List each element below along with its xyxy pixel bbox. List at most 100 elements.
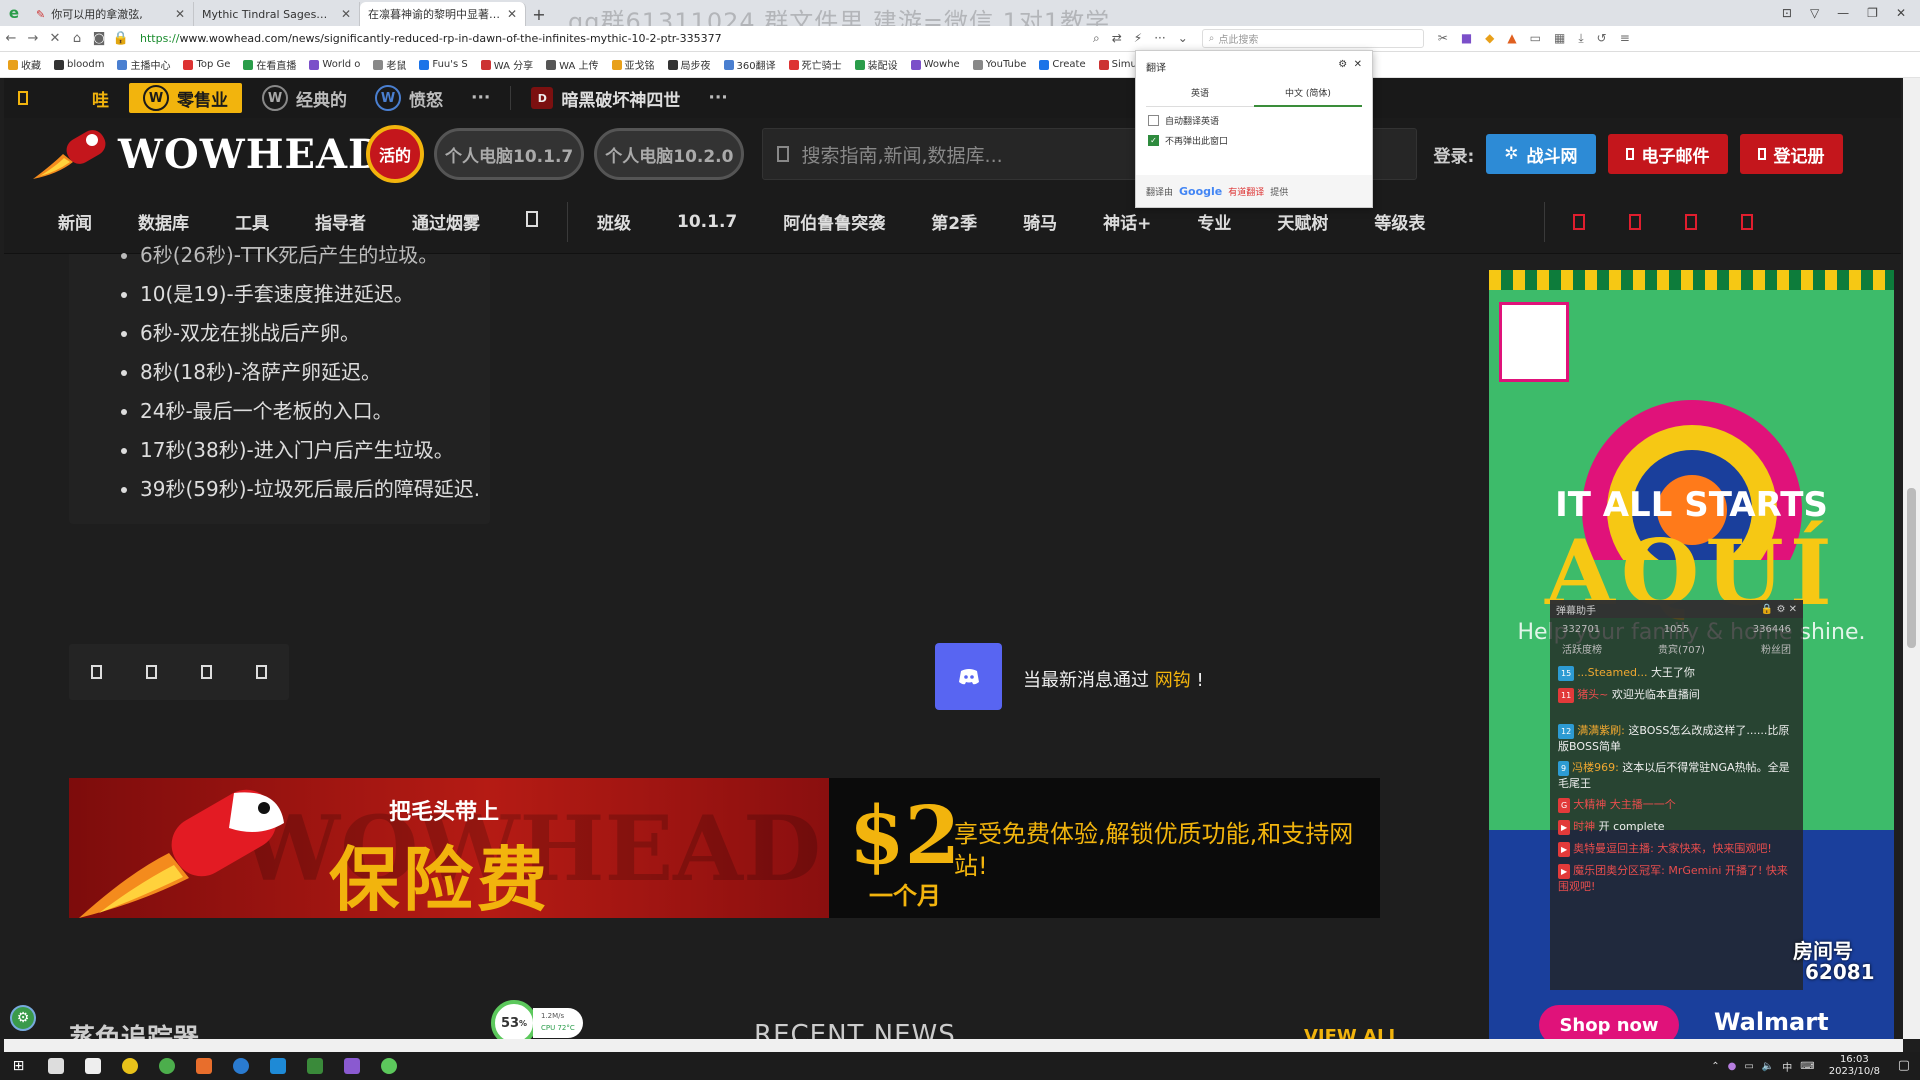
live-badge[interactable]: 活的 xyxy=(366,125,424,183)
taskbar-app[interactable] xyxy=(370,1052,407,1080)
bookmark-item[interactable]: WA 上传 xyxy=(546,57,599,72)
share-icon-1[interactable] xyxy=(91,665,102,679)
tab-chinese[interactable]: 中文 (简体) xyxy=(1254,80,1362,107)
taskbar-app[interactable] xyxy=(259,1052,296,1080)
social-icon-2[interactable] xyxy=(1629,213,1642,230)
volume-icon[interactable]: 🔈 xyxy=(1762,1061,1774,1072)
url-field[interactable]: https://www.wowhead.com/news/significant… xyxy=(132,32,1087,45)
new-tab-button[interactable]: + xyxy=(526,2,552,26)
top-nav-home[interactable] xyxy=(4,78,42,118)
chat-tab-vip[interactable]: 贵宾(707) xyxy=(1658,641,1705,656)
nav-extra[interactable] xyxy=(503,211,561,232)
undo-icon[interactable]: ↺ xyxy=(1597,31,1607,46)
checkbox-checked[interactable]: ✓ xyxy=(1148,135,1159,146)
bookmark-item[interactable]: Wowhe xyxy=(910,59,960,70)
back-icon[interactable]: ← xyxy=(0,31,22,46)
social-icon-3[interactable] xyxy=(1685,213,1698,230)
taskbar-app[interactable] xyxy=(222,1052,259,1080)
bookmark-item[interactable]: 死亡骑士 xyxy=(788,57,842,72)
window-menu-icon[interactable]: ⊡ xyxy=(1782,6,1792,20)
bookmark-item[interactable]: WA 分享 xyxy=(480,57,533,72)
close-icon[interactable]: ✕ xyxy=(507,7,517,21)
top-nav-classic[interactable]: W 经典的 xyxy=(248,78,361,118)
top-nav-wrath[interactable]: W 愤怒 xyxy=(361,78,457,118)
bookmark-item[interactable]: Fuu's S xyxy=(419,59,468,70)
zoom-icon[interactable]: ⌕ xyxy=(1093,31,1100,46)
stop-icon[interactable]: ✕ xyxy=(44,31,66,46)
taskbar-app[interactable] xyxy=(333,1052,370,1080)
bookmark-item[interactable]: 360翻译 xyxy=(723,57,776,72)
register-button[interactable]: 登记册 xyxy=(1739,134,1843,174)
bookmark-item[interactable]: 主播中心 xyxy=(117,57,170,72)
auto-translate-option[interactable]: 自动翻译英语 xyxy=(1136,107,1372,127)
battlenet-login-button[interactable]: ✲ 战斗网 xyxy=(1486,134,1596,174)
nav-classes[interactable]: 班级 xyxy=(574,209,654,234)
vertical-scrollbar[interactable] xyxy=(1903,78,1920,1039)
checkbox[interactable] xyxy=(1148,115,1159,126)
maximize-icon[interactable]: ❐ xyxy=(1867,6,1878,20)
browser-tab-active[interactable]: 在凛暮神谕的黎明中显著减小 ✕ xyxy=(360,2,526,26)
taskbar-app[interactable] xyxy=(37,1052,74,1080)
top-nav-retail[interactable]: W 零售业 xyxy=(129,83,242,113)
window-icon[interactable]: ▭ xyxy=(1530,31,1541,46)
grid-icon[interactable]: ▦ xyxy=(1554,31,1565,46)
social-icon-4[interactable] xyxy=(1741,213,1754,230)
nav-version[interactable]: 10.1.7 xyxy=(654,212,760,232)
tray-app-icon[interactable]: ● xyxy=(1728,1061,1737,1072)
shield-icon[interactable]: ◙ xyxy=(88,31,110,46)
skin-icon[interactable]: ▽ xyxy=(1810,6,1819,20)
taskbar-app[interactable] xyxy=(148,1052,185,1080)
share-icon-4[interactable] xyxy=(256,665,267,679)
download-icon[interactable]: ⤓ xyxy=(1578,31,1583,46)
gear-icon[interactable]: ⚙ xyxy=(1338,59,1347,70)
browser-search-input[interactable]: ⌕ 点此搜索 xyxy=(1201,29,1424,48)
social-icon-1[interactable] xyxy=(1573,213,1586,230)
scrollbar-thumb[interactable] xyxy=(1907,488,1916,648)
keyboard-icon[interactable]: ⌨ xyxy=(1800,1061,1814,1072)
no-popup-option[interactable]: ✓ 不再弹出此窗口 xyxy=(1136,127,1372,147)
fox-icon[interactable]: ▲ xyxy=(1507,31,1516,46)
top-nav-wa[interactable]: 哇 xyxy=(42,78,123,118)
close-icon[interactable]: ✕ xyxy=(175,7,185,21)
chat-tab-fans[interactable]: 粉丝团 xyxy=(1761,641,1791,656)
discord-button[interactable] xyxy=(935,643,1002,710)
email-login-button[interactable]: 电子邮件 xyxy=(1607,134,1728,174)
nav-raid[interactable]: 阿伯鲁鲁突袭 xyxy=(760,209,908,234)
minimize-icon[interactable]: — xyxy=(1837,6,1849,20)
ime-indicator[interactable]: 中 xyxy=(1782,1059,1792,1074)
taskbar-app[interactable] xyxy=(185,1052,222,1080)
share-icon-3[interactable] xyxy=(201,665,212,679)
chevron-down-icon[interactable]: ⌄ xyxy=(1178,31,1188,46)
horizontal-scrollbar[interactable] xyxy=(4,1039,1903,1052)
bookmark-item[interactable]: World o xyxy=(309,59,360,70)
bookmark-item[interactable]: Top Ge xyxy=(183,59,230,70)
clock[interactable]: 16:03 2023/10/8 xyxy=(1829,1054,1880,1078)
forward-icon[interactable]: → xyxy=(22,31,44,46)
bookmark-item[interactable]: Create xyxy=(1039,59,1086,70)
bookmark-item[interactable]: 收藏 xyxy=(8,57,41,72)
tab-english[interactable]: 英语 xyxy=(1146,80,1254,107)
bookmark-item[interactable]: 亚戈铭 xyxy=(611,57,655,72)
share-icon-2[interactable] xyxy=(146,665,157,679)
version-button-1[interactable]: 个人电脑10.1.7 xyxy=(434,128,585,180)
lightning-icon[interactable]: ⚡ xyxy=(1134,31,1142,46)
chat-tab-activity[interactable]: 活跃度榜 xyxy=(1562,641,1602,656)
chat-controls[interactable]: 🔒 ⚙ ✕ xyxy=(1761,604,1797,615)
nav-tier-list[interactable]: 等级表 xyxy=(1351,209,1448,234)
bookmark-item[interactable]: 局步夜 xyxy=(667,57,711,72)
notification-icon[interactable]: ▢ xyxy=(1898,1058,1910,1073)
top-nav-diablo[interactable]: D 暗黑破坏神四世 xyxy=(517,78,694,118)
taskbar-app[interactable] xyxy=(296,1052,333,1080)
taskbar-app[interactable] xyxy=(111,1052,148,1080)
network-icon[interactable]: ▭ xyxy=(1744,1061,1753,1072)
start-button[interactable]: ⊞ xyxy=(0,1052,37,1080)
close-icon[interactable]: ✕ xyxy=(341,7,351,21)
nav-mounts[interactable]: 骑马 xyxy=(1000,209,1080,234)
bookmark-item[interactable]: YouTube xyxy=(972,59,1026,70)
nav-talents[interactable]: 天赋树 xyxy=(1254,209,1351,234)
top-nav-more-2[interactable]: ··· xyxy=(694,78,741,118)
webhook-link[interactable]: 网钩 xyxy=(1155,670,1191,691)
shop-now-button[interactable]: Shop now xyxy=(1539,1005,1679,1039)
bookmark-item[interactable]: 在看直播 xyxy=(243,57,296,72)
browser-tab[interactable]: Mythic Tindral Sageswift He ✕ xyxy=(194,2,360,26)
